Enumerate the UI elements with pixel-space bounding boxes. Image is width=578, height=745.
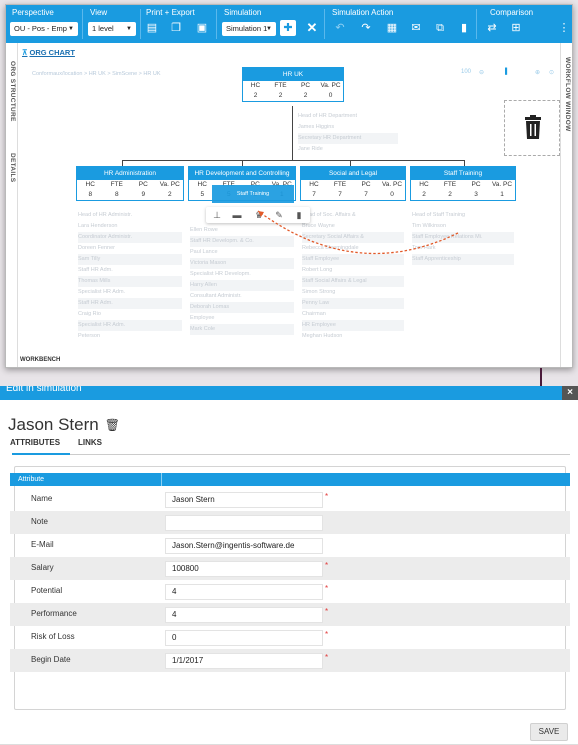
attribute-column-header: Attribute [18, 476, 45, 483]
person-name: Jason Stern 🗑 [8, 415, 120, 434]
risk-of-loss-field[interactable]: 0 [165, 630, 323, 646]
attribute-label: Risk of Loss [31, 632, 75, 641]
workbench-tab[interactable]: WORKBENCH [20, 357, 60, 363]
attribute-label: Begin Date [31, 655, 71, 664]
required-marker: * [325, 492, 329, 501]
attribute-row-begin-date: Begin Date 1/1/2017 * [10, 649, 570, 672]
attribute-label: Potential [31, 586, 63, 595]
required-marker: * [325, 653, 329, 662]
edit-in-simulation-dialog: Edit in simulation × Jason Stern 🗑 ATTRIB… [0, 386, 578, 745]
potential-field[interactable]: 4 [165, 584, 323, 600]
required-marker: * [325, 607, 329, 616]
required-marker: * [325, 630, 329, 639]
tab-divider [12, 454, 570, 455]
name-field[interactable]: Jason Stern [165, 492, 323, 508]
attribute-label: Name [31, 494, 53, 503]
close-button[interactable]: × [562, 386, 578, 400]
note-field[interactable] [165, 515, 323, 531]
attribute-row-salary: Salary 100800 * [10, 557, 570, 580]
attribute-label: Salary [31, 563, 54, 572]
attributes-table-header: Attribute [10, 473, 570, 486]
trash-icon[interactable]: 🗑 [105, 418, 120, 432]
salary-field[interactable]: 100800 [165, 561, 323, 577]
attribute-row-name: Name Jason Stern * [10, 488, 570, 511]
attribute-row-email: E-Mail Jason.Stern@ingentis-software.de [10, 534, 570, 557]
performance-field[interactable]: 4 [165, 607, 323, 623]
drag-arrow [257, 210, 459, 255]
attribute-label: Performance [31, 609, 77, 618]
tab-attributes[interactable]: ATTRIBUTES [10, 438, 60, 447]
email-field[interactable]: Jason.Stern@ingentis-software.de [165, 538, 323, 554]
required-marker: * [325, 584, 329, 593]
org-chart-window: Perspective OU - Pos - Emp ▼ View 1 level… [5, 4, 573, 368]
attribute-row-performance: Performance 4 * [10, 603, 570, 626]
active-tab-indicator [12, 453, 70, 455]
attribute-row-potential: Potential 4 * [10, 580, 570, 603]
dialog-header: Edit in simulation [0, 386, 578, 400]
dialog-title: Edit in simulation [6, 386, 82, 394]
begin-date-field[interactable]: 1/1/2017 [165, 653, 323, 669]
attribute-row-risk-of-loss: Risk of Loss 0 * [10, 626, 570, 649]
attribute-label: E-Mail [31, 540, 54, 549]
attribute-row-note: Note [10, 511, 570, 534]
column-divider [161, 473, 162, 486]
save-button[interactable]: SAVE [530, 723, 568, 741]
window-handle [540, 368, 542, 386]
tab-links[interactable]: LINKS [78, 438, 102, 447]
attribute-label: Note [31, 517, 48, 526]
required-marker: * [325, 561, 329, 570]
